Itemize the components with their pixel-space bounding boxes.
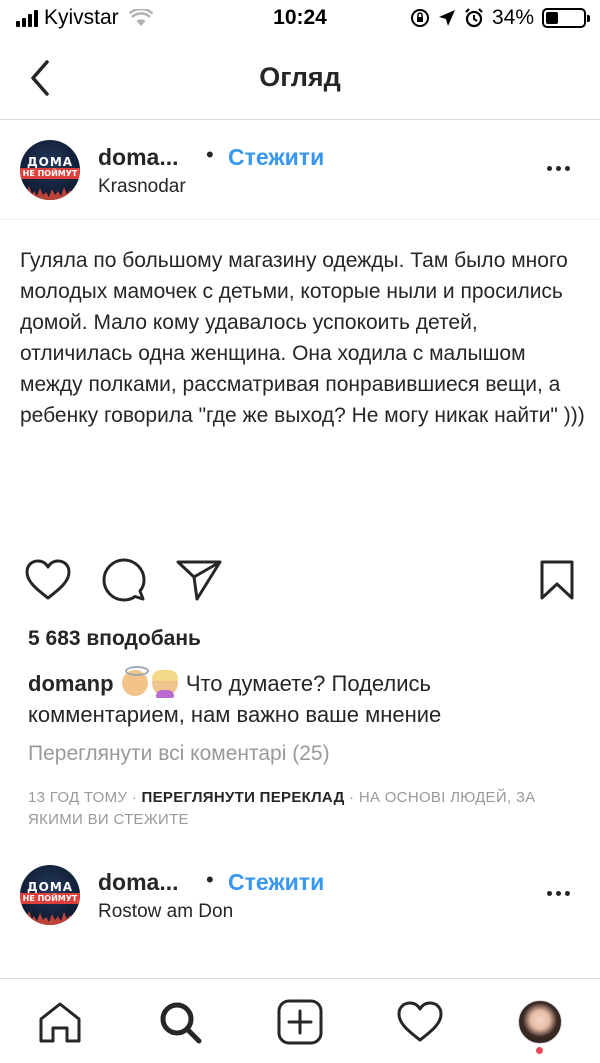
more-dot	[546, 165, 552, 171]
author-avatar[interactable]: ДОМА НЕ ПОЙМУТ	[20, 140, 80, 200]
avatar-logo-text-top: ДОМА	[26, 880, 74, 894]
tab-new-post[interactable]	[275, 997, 325, 1047]
meta-separator: ·	[349, 789, 355, 806]
nav-header: Огляд	[0, 40, 600, 120]
alarm-icon	[465, 8, 483, 28]
divider	[0, 219, 600, 220]
avatar-logo-text-bottom: НЕ ПОЙМУТ	[20, 893, 80, 904]
battery-percent: 34%	[491, 6, 534, 29]
page-title: Огляд	[259, 62, 341, 92]
avatar-logo-text-bottom: НЕ ПОЙМУТ	[20, 168, 80, 179]
share-icon	[176, 560, 222, 601]
more-options-button[interactable]	[538, 881, 578, 905]
comment-icon	[102, 558, 146, 602]
search-icon	[160, 1002, 202, 1044]
post-time: 13 год тому	[28, 789, 128, 806]
follow-button[interactable]: Стежити	[228, 144, 324, 171]
tab-home[interactable]	[35, 997, 85, 1047]
tab-activity[interactable]	[395, 997, 445, 1047]
notification-dot	[536, 1047, 543, 1054]
bottom-tab-bar	[0, 978, 600, 1063]
follow-button[interactable]: Стежити	[228, 869, 324, 896]
more-dot	[546, 890, 552, 896]
profile-avatar	[518, 1000, 562, 1044]
meta-separator: ·	[131, 789, 138, 806]
status-right: 34%	[410, 6, 590, 30]
more-dot	[555, 890, 561, 896]
tab-profile[interactable]	[515, 997, 565, 1047]
angel-emoji-icon	[121, 666, 149, 696]
likes-count[interactable]: 5 683 вподобань	[28, 627, 201, 651]
post-text: Гуляла по большому магазину одежды. Там …	[20, 249, 585, 427]
author-avatar[interactable]: ДОМА НЕ ПОЙМУТ	[20, 865, 80, 925]
author-username[interactable]: doma...	[98, 869, 179, 896]
view-all-comments-link[interactable]: Переглянути всі коментарі (25)	[28, 742, 330, 766]
bookmark-icon	[540, 560, 574, 600]
caption: domanp Что думаете? Поделись комментарие…	[28, 666, 568, 730]
post-location[interactable]: Krasnodar	[98, 176, 186, 198]
avatar-logo-text-top: ДОМА	[26, 155, 74, 169]
more-dot	[555, 165, 561, 171]
tab-search[interactable]	[155, 997, 205, 1047]
home-icon	[39, 1002, 81, 1043]
add-post-icon	[277, 999, 323, 1045]
post-meta: 13 год тому · Переглянути переклад · На …	[28, 787, 568, 831]
activity-heart-icon	[397, 1001, 443, 1042]
see-translation-link[interactable]: Переглянути переклад	[142, 789, 345, 806]
avatar-trees-graphic	[20, 911, 80, 925]
post-header: ДОМА НЕ ПОЙМУТ doma... • Стежити Rostow …	[0, 845, 600, 945]
location-arrow-icon	[438, 10, 455, 26]
separator-dot: •	[206, 142, 214, 167]
like-button[interactable]	[23, 555, 73, 605]
more-dot	[564, 165, 570, 171]
separator-dot: •	[206, 867, 214, 892]
bookmark-button[interactable]	[532, 555, 582, 605]
more-options-button[interactable]	[538, 156, 578, 180]
author-username[interactable]: doma...	[98, 144, 179, 171]
post-actions	[0, 555, 600, 605]
share-button[interactable]	[174, 555, 224, 605]
heart-icon	[25, 559, 71, 600]
more-dot	[564, 890, 570, 896]
avatar-trees-graphic	[20, 186, 80, 200]
post-location[interactable]: Rostow am Don	[98, 901, 233, 923]
post-header: ДОМА НЕ ПОЙМУТ doma... • Стежити Krasnod…	[0, 120, 600, 220]
tipping-hand-emoji-icon	[151, 670, 178, 698]
caption-username[interactable]: domanp	[28, 671, 114, 696]
orientation-lock-icon	[410, 9, 429, 27]
comment-button[interactable]	[99, 555, 149, 605]
battery-icon	[542, 8, 590, 28]
status-bar: Kyivstar 10:24 34%	[0, 0, 600, 40]
